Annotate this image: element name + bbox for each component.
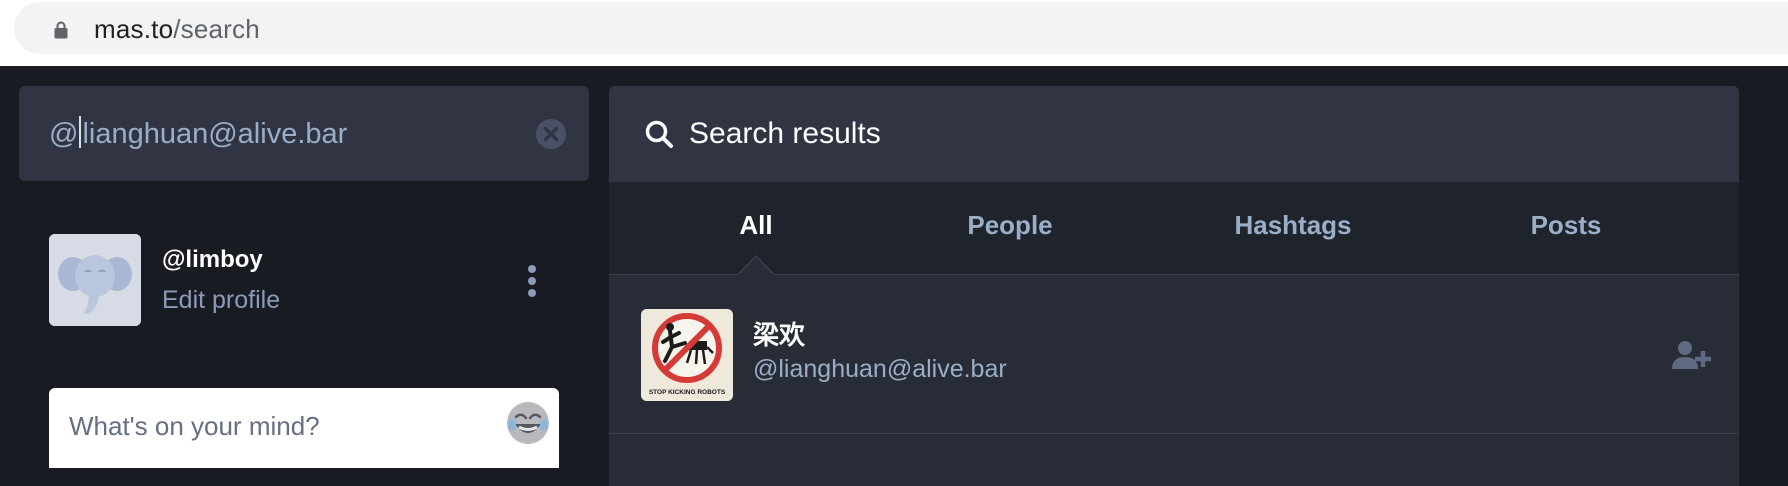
address-bar-url[interactable]: mas.to/search bbox=[94, 14, 260, 44]
address-bar[interactable]: mas.to/search bbox=[14, 2, 1788, 54]
search-value-prefix: @ bbox=[49, 118, 79, 150]
search-results-column: Search results All People Hashtags Posts… bbox=[609, 86, 1739, 486]
compose-placeholder: What's on your mind? bbox=[69, 411, 320, 441]
elephant-mascot-icon bbox=[49, 234, 141, 326]
browser-toolbar: mas.to/search bbox=[0, 0, 1788, 66]
lock-icon bbox=[54, 21, 68, 39]
results-title: Search results bbox=[689, 117, 881, 150]
compose-textarea[interactable]: What's on your mind? bbox=[49, 388, 559, 468]
tab-hashtags[interactable]: Hashtags bbox=[1153, 182, 1433, 275]
active-tab-indicator bbox=[737, 255, 775, 276]
results-header: Search results bbox=[609, 86, 1739, 182]
result-display-name[interactable]: 梁欢 bbox=[753, 315, 805, 352]
laughing-emoji-icon[interactable] bbox=[505, 400, 551, 446]
account-result-row[interactable]: STOP KICKING ROBOTS 梁欢 @lianghuan@alive.… bbox=[609, 275, 1739, 434]
stop-kicking-robots-sign-icon: STOP KICKING ROBOTS bbox=[641, 309, 733, 401]
search-icon bbox=[645, 120, 673, 148]
kebab-icon[interactable] bbox=[526, 264, 538, 298]
result-account-handle: @lianghuan@alive.bar bbox=[753, 355, 1007, 383]
search-value-text: lianghuan@alive.bar bbox=[82, 118, 348, 150]
tab-people[interactable]: People bbox=[870, 182, 1150, 275]
url-path: /search bbox=[173, 14, 260, 44]
follow-user-plus-icon[interactable] bbox=[1672, 339, 1712, 371]
result-avatar[interactable]: STOP KICKING ROBOTS bbox=[641, 309, 733, 401]
avatar[interactable] bbox=[49, 234, 141, 326]
clear-circle-icon[interactable] bbox=[535, 118, 567, 150]
search-input-value[interactable]: @ lianghuan@alive.bar bbox=[49, 116, 347, 151]
search-input[interactable]: @ lianghuan@alive.bar bbox=[19, 86, 589, 181]
url-host: mas.to bbox=[94, 14, 174, 44]
tab-posts[interactable]: Posts bbox=[1426, 182, 1706, 275]
edit-profile-link[interactable]: Edit profile bbox=[162, 286, 280, 315]
results-tabs: All People Hashtags Posts bbox=[609, 182, 1739, 276]
avatar-caption: STOP KICKING ROBOTS bbox=[649, 389, 726, 396]
profile-handle[interactable]: @limboy bbox=[162, 246, 263, 274]
profile-summary: @limboy Edit profile bbox=[49, 234, 589, 326]
